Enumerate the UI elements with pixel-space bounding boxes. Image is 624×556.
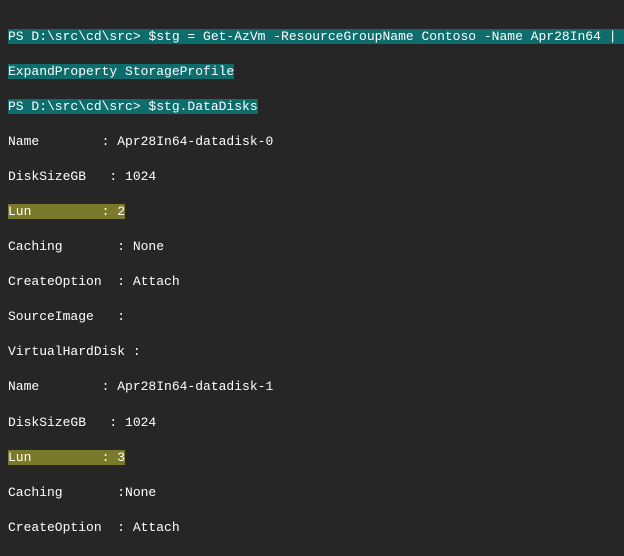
terminal-output: PS D:\src\cd\src> $stg = Get-AzVm -Resou… <box>0 0 624 556</box>
disk0-create: CreateOption : Attach <box>8 273 616 291</box>
disk0-size: DiskSizeGB : 1024 <box>8 168 616 186</box>
highlight-cmd1b: ExpandProperty StorageProfile <box>8 64 234 79</box>
highlight-cmd2: PS D:\src\cd\src> $stg.DataDisks <box>8 99 258 114</box>
disk1-name: Name : Apr28In64-datadisk-1 <box>8 378 616 396</box>
disk1-caching: Caching :None <box>8 484 616 502</box>
disk1-create: CreateOption : Attach <box>8 519 616 537</box>
cmd-line-1b: ExpandProperty StorageProfile <box>8 63 616 81</box>
disk0-name: Name : Apr28In64-datadisk-0 <box>8 133 616 151</box>
highlight-cmd1a: PS D:\src\cd\src> $stg = Get-AzVm -Resou… <box>8 29 624 44</box>
disk0-caching: Caching : None <box>8 238 616 256</box>
disk1-size: DiskSizeGB : 1024 <box>8 414 616 432</box>
disk1-lun: Lun : 3 <box>8 449 616 467</box>
highlight-lun0: Lun : 2 <box>8 204 125 219</box>
disk0-vhd: VirtualHardDisk : <box>8 343 616 361</box>
cmd-line-2: PS D:\src\cd\src> $stg.DataDisks <box>8 98 616 116</box>
disk0-lun: Lun : 2 <box>8 203 616 221</box>
disk0-srcimg: SourceImage : <box>8 308 616 326</box>
highlight-lun1: Lun : 3 <box>8 450 125 465</box>
cmd-line-1: PS D:\src\cd\src> $stg = Get-AzVm -Resou… <box>8 28 616 46</box>
